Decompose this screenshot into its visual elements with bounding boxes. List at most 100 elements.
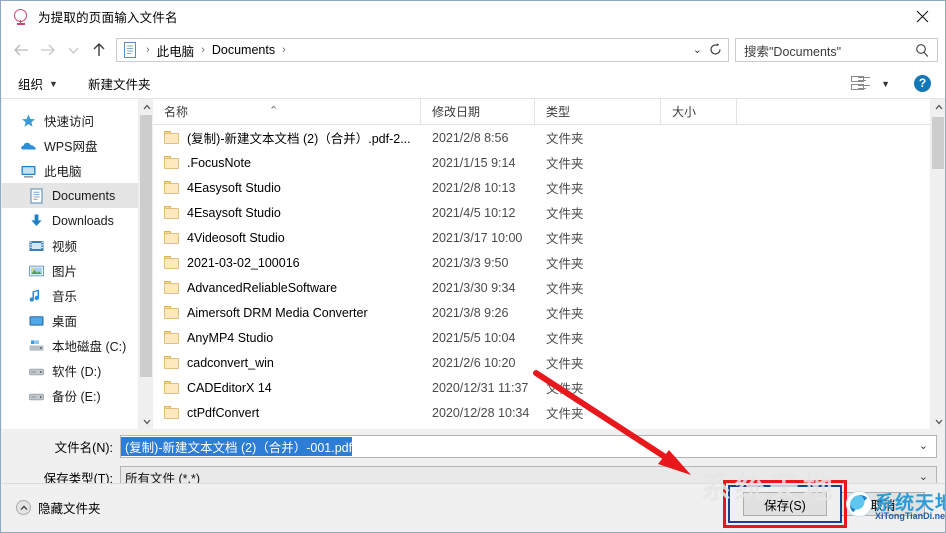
sidebar-item-10[interactable]: 软件 (D:) [2, 358, 153, 383]
hide-folders-label: 隐藏文件夹 [38, 502, 101, 516]
table-row[interactable]: Aimersoft DRM Media Converter 2021/3/8 9:… [153, 300, 944, 325]
sidebar-item-1[interactable]: WPS网盘 [2, 133, 153, 158]
cloud-icon [20, 138, 37, 154]
file-name-text: .FocusNote [187, 155, 251, 170]
file-date-cell: 2020/12/31 11:37 [432, 380, 529, 395]
file-list-scrollbar[interactable] [930, 99, 945, 429]
sidebar-item-5[interactable]: 视频 [2, 233, 153, 258]
column-header-3[interactable]: 大小 [661, 99, 737, 125]
sidebar-item-label: 音乐 [52, 290, 78, 304]
scroll-up-arrow-icon[interactable] [139, 99, 154, 114]
table-row[interactable]: cadconvert_win 2021/2/6 10:20 文件夹 [153, 350, 944, 375]
organize-button[interactable]: 组织 ▼ [18, 74, 58, 93]
videos-icon [28, 238, 45, 254]
forward-arrow-icon[interactable] [34, 37, 60, 63]
up-arrow-icon[interactable] [86, 37, 112, 63]
folder-icon [164, 331, 179, 344]
chevron-down-icon: ▼ [49, 79, 58, 89]
file-rows: (复制)-新建文本文档 (2)（合并）.pdf-2... 2021/2/8 8:5… [153, 125, 944, 429]
sidebar-item-label: 桌面 [52, 315, 78, 329]
watermark: 系统天地 XiTongTianDi.net [846, 485, 945, 530]
sidebar-item-6[interactable]: 图片 [2, 258, 153, 283]
sidebar-item-label: 软件 (D:) [52, 365, 102, 379]
folder-icon [164, 156, 179, 169]
column-header-0[interactable]: 名称 ⌃ [153, 99, 421, 125]
documents-folder-icon [122, 41, 138, 59]
table-row[interactable]: ctPdfConvert 2020/12/28 10:34 文件夹 [153, 400, 944, 425]
folder-icon [164, 181, 179, 194]
folder-icon [164, 406, 179, 419]
breadcrumb-0[interactable]: 此电脑 [155, 41, 197, 60]
scroll-down-arrow-icon[interactable] [139, 414, 154, 429]
sidebar-item-label: 视频 [52, 240, 78, 254]
sidebar-item-8[interactable]: 桌面 [2, 308, 153, 333]
chevron-down-icon[interactable]: ⌄ [693, 43, 702, 56]
filetype-chevron-down-icon[interactable]: ⌄ [919, 470, 928, 483]
back-arrow-icon[interactable] [8, 37, 34, 63]
address-bar[interactable]: › 此电脑 › Documents › ⌄ [116, 38, 729, 62]
table-row[interactable]: AnyMP4 Studio 2021/5/5 10:04 文件夹 [153, 325, 944, 350]
foxit-pdf-icon [13, 8, 29, 25]
new-folder-label: 新建文件夹 [87, 77, 151, 92]
folder-icon [164, 256, 179, 269]
filename-input[interactable]: (复制)-新建文本文档 (2)（合并）-001.pdf ⌄ [120, 435, 937, 458]
file-date-cell: 2021/1/15 9:14 [432, 155, 516, 170]
view-mode-chevron-down-icon[interactable]: ▼ [881, 79, 890, 89]
hide-folders-toggle[interactable]: 隐藏文件夹 [16, 498, 101, 517]
filename-chevron-down-icon[interactable]: ⌄ [919, 439, 928, 452]
sidebar-item-2[interactable]: 此电脑 [2, 158, 153, 183]
sidebar-item-4[interactable]: Downloads [2, 208, 153, 233]
file-date-cell: 2021/2/6 10:20 [432, 355, 516, 370]
column-header-2[interactable]: 类型 [535, 99, 661, 125]
window-title: 为提取的页面输入文件名 [38, 11, 178, 25]
file-name-text: (复制)-新建文本文档 (2)（合并）.pdf-2... [187, 132, 411, 146]
sidebar-item-3[interactable]: Documents [2, 183, 153, 208]
file-name-cell: 4Easysoft Studio [153, 181, 421, 195]
sidebar-item-0[interactable]: 快速访问 [2, 108, 153, 133]
computer-icon [20, 163, 37, 179]
table-row[interactable]: DLPdf2Word2021/3/24 9:30文件夹 [153, 425, 944, 429]
sidebar-scroll-thumb[interactable] [140, 115, 152, 377]
refresh-icon[interactable] [708, 42, 723, 60]
table-row[interactable]: CADEditorX 14 2020/12/31 11:37 文件夹 [153, 375, 944, 400]
table-row[interactable]: 4Esaysoft Studio 2021/4/5 10:12 文件夹 [153, 200, 944, 225]
table-row[interactable]: 4Videosoft Studio 2021/3/17 10:00 文件夹 [153, 225, 944, 250]
sidebar-item-11[interactable]: 备份 (E:) [2, 383, 153, 408]
local-disk-icon [28, 338, 45, 354]
file-name-cell: AnyMP4 Studio [153, 331, 421, 345]
breadcrumb-sep: › [146, 44, 150, 56]
breadcrumb-1[interactable]: Documents [210, 43, 277, 57]
scroll-down-arrow-icon[interactable] [931, 414, 945, 429]
sidebar-item-label: Documents [52, 188, 116, 203]
file-name-cell: cadconvert_win [153, 356, 421, 370]
table-row[interactable]: (复制)-新建文本文档 (2)（合并）.pdf-2... 2021/2/8 8:5… [153, 125, 944, 150]
scroll-up-arrow-icon[interactable] [931, 99, 945, 114]
folder-icon [164, 131, 179, 144]
file-date-cell: 2021/3/17 10:00 [432, 230, 523, 245]
view-mode-icon[interactable] [851, 75, 871, 91]
search-input[interactable]: 搜索"Documents" [735, 38, 938, 62]
column-header-1[interactable]: 修改日期 [421, 99, 535, 125]
recent-locations-icon[interactable] [60, 37, 86, 63]
sidebar-item-7[interactable]: 音乐 [2, 283, 153, 308]
new-folder-button[interactable]: 新建文件夹 [88, 74, 151, 93]
folder-icon [164, 281, 179, 294]
help-button[interactable]: ? [914, 74, 931, 92]
sidebar-item-9[interactable]: 本地磁盘 (C:) [2, 333, 153, 358]
file-list-scroll-thumb[interactable] [932, 117, 944, 169]
file-date-cell: 2021/2/8 8:56 [432, 130, 509, 145]
filename-value: (复制)-新建文本文档 (2)（合并）-001.pdf [121, 437, 353, 456]
sidebar-item-label: 此电脑 [44, 165, 82, 179]
table-row[interactable]: .FocusNote 2021/1/15 9:14 文件夹 [153, 150, 944, 175]
table-row[interactable]: 2021-03-02_100016 2021/3/3 9:50 文件夹 [153, 250, 944, 275]
table-row[interactable]: 4Easysoft Studio 2021/2/8 10:13 文件夹 [153, 175, 944, 200]
close-icon[interactable] [899, 1, 945, 32]
file-type-cell: 文件夹 [535, 428, 661, 429]
sidebar-scrollbar[interactable] [138, 99, 153, 429]
watermark-ghost-text: 系统天地 [701, 472, 837, 505]
table-row[interactable]: AdvancedReliableSoftware 2021/3/30 9:34 文件… [153, 275, 944, 300]
file-name-cell: 2021-03-02_100016 [153, 256, 421, 270]
file-name-text: 4Videosoft Studio [187, 230, 285, 245]
sidebar-item-label: 图片 [52, 265, 78, 279]
sidebar-item-label: WPS网盘 [44, 140, 98, 154]
